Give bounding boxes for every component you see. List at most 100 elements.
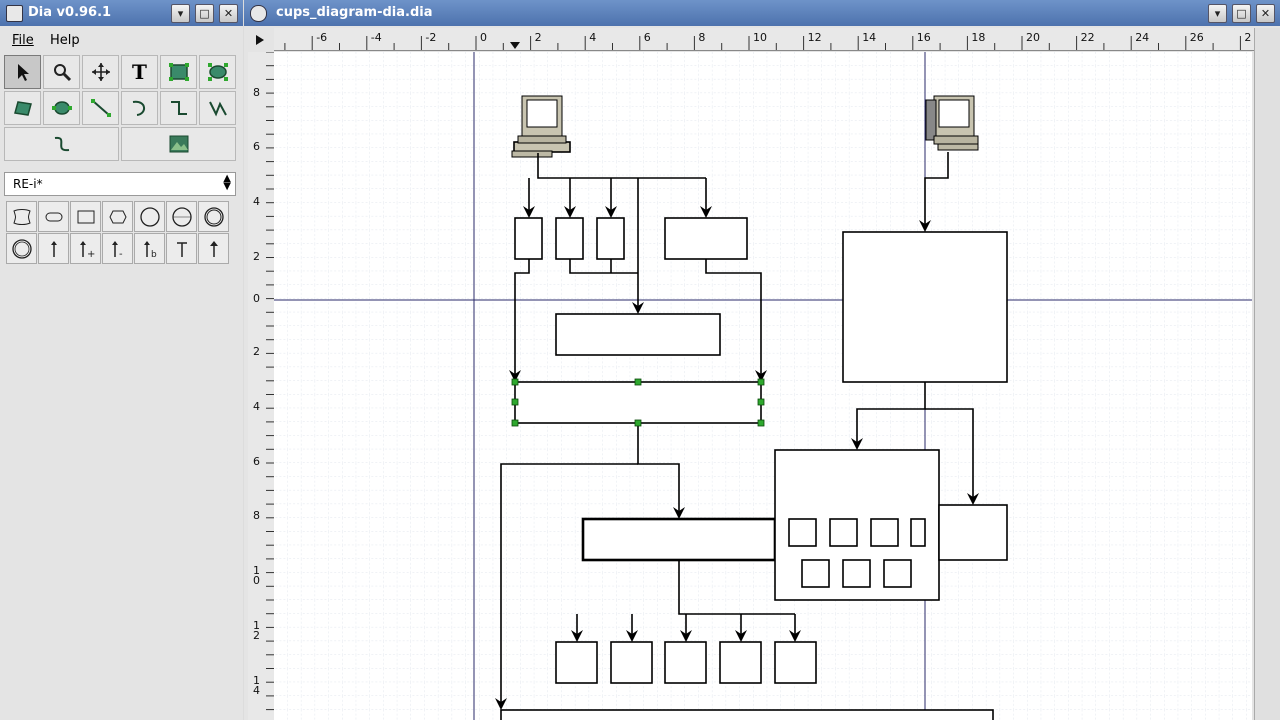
partial-participation-shape-icon[interactable] — [198, 233, 229, 264]
bottom-box-4[interactable] — [719, 641, 762, 684]
svg-text:b: b — [151, 250, 157, 260]
maximize-icon[interactable]: □ — [195, 4, 214, 23]
ruler-v-label: 4 — [253, 195, 260, 208]
toolbox-titlebar[interactable]: Dia v0.96.1 ▾ □ ✕ — [0, 0, 243, 26]
ruler-h-label: -2 — [425, 31, 436, 44]
ruler-h-label: 20 — [1026, 31, 1040, 44]
derived-attribute-shape-icon[interactable] — [198, 201, 229, 232]
inner-box-3[interactable] — [870, 518, 899, 547]
inner-box-2[interactable] — [829, 518, 858, 547]
polygon-tool[interactable] — [4, 91, 41, 125]
ellipse-tool[interactable] — [199, 55, 236, 89]
line-tool[interactable] — [82, 91, 119, 125]
ruler-position-marker-icon — [510, 42, 520, 49]
diagram-titlebar[interactable]: cups_diagram-dia.dia ▾ □ ✕ — [244, 0, 1280, 26]
svg-text:+: + — [87, 249, 95, 260]
box-a4[interactable] — [664, 217, 748, 260]
ruler-v-label: 2 — [253, 250, 260, 263]
ruler-h-label: 22 — [1081, 31, 1095, 44]
toolbox-title: Dia v0.96.1 — [28, 5, 112, 20]
ruler-h-label: 8 — [698, 31, 705, 44]
bottom-box-5[interactable] — [774, 641, 817, 684]
ruler-h-label: 12 — [808, 31, 822, 44]
weak-entity-shape-icon[interactable] — [38, 201, 69, 232]
ruler-h-label: 10 — [753, 31, 767, 44]
box-large-right[interactable] — [842, 231, 1008, 383]
attribute-shape-icon[interactable] — [102, 201, 133, 232]
inner-box-6[interactable] — [842, 559, 871, 588]
inner-box-1[interactable] — [788, 518, 817, 547]
computer-right-icon[interactable] — [925, 95, 979, 151]
dia-app-icon[interactable] — [6, 5, 23, 22]
key-attribute-shape-icon[interactable] — [134, 201, 165, 232]
ruler-v-label: 6 — [253, 455, 260, 468]
entity-shape-icon[interactable] — [6, 201, 37, 232]
ruler-h-label: 4 — [589, 31, 596, 44]
ruler-v-label: 8 — [253, 86, 260, 99]
close-icon[interactable]: ✕ — [1256, 4, 1275, 23]
box-side[interactable] — [938, 504, 1008, 561]
sheet-name: RE-i* — [13, 177, 43, 191]
box-a1[interactable] — [514, 217, 543, 260]
zigzag-tool[interactable] — [160, 91, 197, 125]
inner-box-5[interactable] — [801, 559, 830, 588]
diagram-title: cups_diagram-dia.dia — [276, 5, 433, 20]
scroll-tool[interactable] — [82, 55, 119, 89]
bottom-box-1[interactable] — [555, 641, 598, 684]
menu-down-icon[interactable]: ▾ — [1208, 4, 1227, 23]
canvas-area: -6 -4 -2 0 2 4 6 8 10 12 14 16 18 20 22 24 26 2 864202468… — [244, 28, 1280, 720]
text-tool[interactable]: T — [121, 55, 158, 89]
selector-arrows-icon: ▲ ▼ — [223, 173, 231, 192]
box-tool[interactable] — [160, 55, 197, 89]
arc-tool[interactable] — [121, 91, 158, 125]
bottom-box-3[interactable] — [664, 641, 707, 684]
shape-palette: + - b — [6, 201, 238, 265]
inner-box-4[interactable] — [910, 518, 926, 547]
ruler-h-label: -6 — [316, 31, 327, 44]
box-a2[interactable] — [555, 217, 584, 260]
ruler-v-label: 0 — [253, 292, 260, 305]
magnify-tool[interactable] — [43, 55, 80, 89]
cardinality-optional-shape-icon[interactable]: - — [102, 233, 133, 264]
ruler-v-label: 2 — [253, 345, 260, 358]
sheet-selector[interactable]: RE-i* ▲ ▼ — [4, 172, 236, 196]
bottom-box-2[interactable] — [610, 641, 653, 684]
box-c-selected[interactable] — [514, 381, 762, 424]
vertical-scrollbar[interactable] — [1254, 28, 1280, 720]
beziergon-tool[interactable] — [43, 91, 80, 125]
box-d[interactable] — [581, 517, 777, 562]
menu-arrow-button[interactable] — [248, 30, 272, 50]
close-icon[interactable]: ✕ — [219, 4, 238, 23]
ruler-h-label: 6 — [644, 31, 651, 44]
dia-document-icon[interactable] — [250, 5, 267, 22]
cardinality-many-shape-icon[interactable]: + — [70, 233, 101, 264]
menu-file[interactable]: File — [12, 33, 34, 48]
ruler-v-label: 4 — [253, 400, 260, 413]
bezier-tool[interactable] — [4, 127, 119, 161]
menu-down-icon[interactable]: ▾ — [171, 4, 190, 23]
participation-shape-icon[interactable] — [6, 233, 37, 264]
image-tool[interactable] — [121, 127, 236, 161]
box-bottom-wide[interactable] — [500, 709, 994, 720]
toolbox-menubar: File Help — [0, 28, 243, 52]
menu-help[interactable]: Help — [50, 33, 80, 48]
box-b[interactable] — [555, 313, 721, 356]
toolbox-window: Dia v0.96.1 ▾ □ ✕ File Help T RE-i* ▲▼ — [0, 0, 243, 720]
ruler-h-label: -4 — [371, 31, 382, 44]
cardinality-one-shape-icon[interactable] — [38, 233, 69, 264]
multivalued-attribute-shape-icon[interactable] — [166, 201, 197, 232]
polyline-tool[interactable] — [199, 91, 236, 125]
modify-tool[interactable] — [4, 55, 41, 89]
total-participation-shape-icon[interactable] — [166, 233, 197, 264]
box-a3[interactable] — [596, 217, 625, 260]
ruler-h-label: 0 — [480, 31, 487, 44]
diagram-canvas[interactable] — [274, 52, 1252, 720]
horizontal-ruler: -6 -4 -2 0 2 4 6 8 10 12 14 16 18 20 22 24 26 2 — [274, 28, 1254, 51]
relationship-shape-icon[interactable] — [70, 201, 101, 232]
inner-box-7[interactable] — [883, 559, 912, 588]
ruler-v-label: 0 — [253, 574, 260, 587]
isa-shape-icon[interactable]: b — [134, 233, 165, 264]
ruler-h-label: 16 — [917, 31, 931, 44]
ruler-h-label: 2 — [535, 31, 542, 44]
maximize-icon[interactable]: □ — [1232, 4, 1251, 23]
